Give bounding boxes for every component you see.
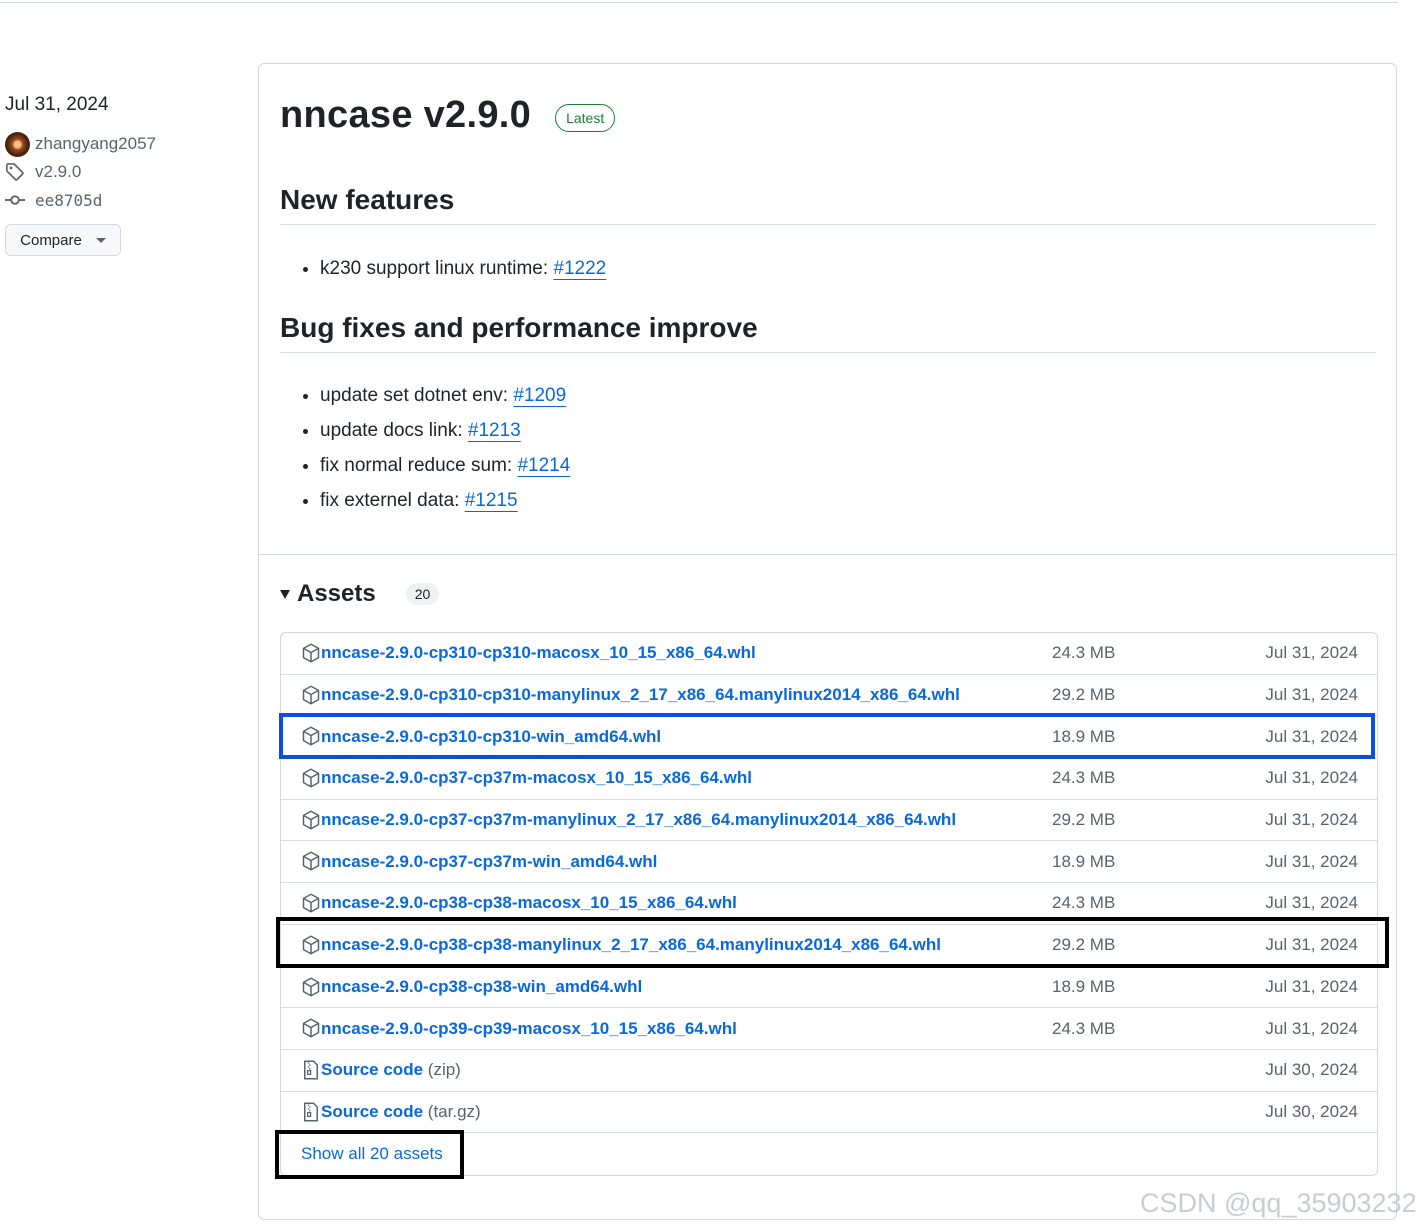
asset-size: 24.3 MB [1052, 768, 1116, 788]
asset-size: 24.3 MB [1052, 1018, 1116, 1038]
asset-size: 29.2 MB [1052, 685, 1116, 705]
asset-size: 18.9 MB [1052, 851, 1116, 871]
asset-date: Jul 31, 2024 [1265, 810, 1358, 830]
asset-row: nncase-2.9.0-cp39-cp39-macosx_10_15_x86_… [281, 1008, 1377, 1050]
author-name[interactable]: zhangyang2057 [35, 134, 156, 154]
asset-download-link[interactable]: nncase-2.9.0-cp310-cp310-manylinux_2_17_… [321, 685, 960, 705]
asset-row: nncase-2.9.0-cp37-cp37m-win_amd64.whl 18.… [281, 841, 1377, 884]
asset-download-link[interactable]: nncase-2.9.0-cp37-cp37m-manylinux_2_17_x… [321, 810, 956, 830]
asset-row: Source code (zip) Jul 30, 2024 [281, 1050, 1377, 1092]
asset-row: Source code (tar.gz) Jul 30, 2024 [281, 1092, 1377, 1134]
pr-link[interactable]: #1214 [517, 455, 570, 476]
asset-date: Jul 31, 2024 [1265, 685, 1358, 705]
avatar [5, 131, 31, 157]
asset-format: (tar.gz) [427, 1101, 481, 1121]
file-zip-icon [301, 1102, 321, 1122]
author-link[interactable]: zhangyang2057 [5, 130, 245, 158]
section-divider [259, 554, 1396, 555]
package-icon [301, 810, 321, 830]
highlight-box-black [275, 1130, 464, 1179]
compare-label: Compare [20, 231, 82, 249]
release-date: Jul 31, 2024 [5, 94, 109, 115]
tag-icon [5, 159, 31, 185]
asset-date: Jul 31, 2024 [1265, 1018, 1358, 1038]
asset-date: Jul 30, 2024 [1265, 1101, 1358, 1121]
asset-size: 24.3 MB [1052, 643, 1116, 663]
release-title[interactable]: nncase v2.9.0 [280, 94, 531, 137]
release-card: nncase v2.9.0 Latest New features k230 s… [258, 63, 1397, 1220]
file-zip-icon [301, 1060, 321, 1080]
section-heading-new-features: New features [280, 184, 1376, 225]
triangle-down-icon [280, 589, 290, 599]
pr-link[interactable]: #1215 [465, 490, 518, 511]
package-icon [301, 768, 321, 788]
asset-format: (zip) [427, 1060, 461, 1080]
asset-download-link[interactable]: nncase-2.9.0-cp38-cp38-win_amd64.whl [321, 977, 642, 997]
package-icon [301, 977, 321, 997]
pr-link[interactable]: #1209 [513, 385, 566, 406]
asset-download-link[interactable]: nncase-2.9.0-cp38-cp38-macosx_10_15_x86_… [321, 893, 737, 913]
asset-download-link[interactable]: nncase-2.9.0-cp37-cp37m-win_amd64.whl [321, 852, 657, 872]
highlight-box-blue [279, 713, 1375, 759]
list-item: k230 support linux runtime: #1222 [320, 251, 606, 286]
list-item: update set dotnet env: #1209 [320, 378, 570, 413]
pr-link[interactable]: #1222 [553, 258, 606, 279]
asset-download-link[interactable]: Source code (zip) [321, 1060, 461, 1080]
asset-date: Jul 31, 2024 [1265, 851, 1358, 871]
asset-date: Jul 31, 2024 [1265, 643, 1358, 663]
list-item: update docs link: #1213 [320, 413, 570, 448]
commit-icon [5, 187, 31, 213]
bug-fixes-list: update set dotnet env: #1209 update docs… [280, 378, 570, 518]
asset-date: Jul 30, 2024 [1265, 1060, 1358, 1080]
package-icon [301, 643, 321, 663]
release-meta: Jul 31, 2024 zhangyang2057 v2.9.0 ee8705… [5, 94, 245, 256]
asset-download-link[interactable]: Source code (tar.gz) [321, 1102, 481, 1122]
asset-download-link[interactable]: nncase-2.9.0-cp310-cp310-macosx_10_15_x8… [321, 643, 756, 663]
asset-row: nncase-2.9.0-cp38-cp38-win_amd64.whl 18.9… [281, 967, 1377, 1009]
asset-download-link[interactable]: nncase-2.9.0-cp37-cp37m-macosx_10_15_x86… [321, 768, 752, 788]
latest-badge: Latest [555, 103, 616, 132]
asset-date: Jul 31, 2024 [1265, 893, 1358, 913]
highlight-box-black [276, 917, 1389, 968]
assets-toggle[interactable]: Assets 20 [280, 580, 440, 608]
top-divider [0, 2, 1398, 3]
assets-count-badge: 20 [405, 583, 440, 605]
tag-link[interactable]: v2.9.0 [5, 158, 245, 186]
package-icon [301, 893, 321, 913]
commit-hash[interactable]: ee8705d [35, 191, 102, 210]
asset-row: nncase-2.9.0-cp37-cp37m-macosx_10_15_x86… [281, 758, 1377, 800]
asset-row: nncase-2.9.0-cp37-cp37m-manylinux_2_17_x… [281, 800, 1377, 842]
package-icon [301, 851, 321, 871]
package-icon [301, 685, 321, 705]
list-item: fix externel data: #1215 [320, 483, 570, 518]
asset-size: 29.2 MB [1052, 810, 1116, 830]
list-item: fix normal reduce sum: #1214 [320, 448, 570, 483]
chevron-down-icon [95, 237, 106, 243]
package-icon [301, 1018, 321, 1038]
assets-title: Assets [297, 580, 376, 607]
section-heading-bug-fixes: Bug fixes and performance improve [280, 312, 1376, 353]
asset-download-link[interactable]: nncase-2.9.0-cp39-cp39-macosx_10_15_x86_… [321, 1019, 737, 1039]
release-header: nncase v2.9.0 Latest [280, 94, 616, 137]
pr-link[interactable]: #1213 [468, 420, 521, 441]
asset-size: 24.3 MB [1052, 893, 1116, 913]
compare-button[interactable]: Compare [5, 224, 121, 256]
commit-link[interactable]: ee8705d [5, 186, 245, 214]
asset-row: nncase-2.9.0-cp310-cp310-macosx_10_15_x8… [281, 633, 1377, 675]
watermark: CSDN @qq_35903232 [1140, 1188, 1417, 1218]
tag-name[interactable]: v2.9.0 [35, 162, 81, 182]
asset-size: 18.9 MB [1052, 976, 1116, 996]
new-features-list: k230 support linux runtime: #1222 [280, 251, 606, 286]
asset-date: Jul 31, 2024 [1265, 768, 1358, 788]
asset-date: Jul 31, 2024 [1265, 976, 1358, 996]
asset-row: nncase-2.9.0-cp310-cp310-manylinux_2_17_… [281, 675, 1377, 717]
